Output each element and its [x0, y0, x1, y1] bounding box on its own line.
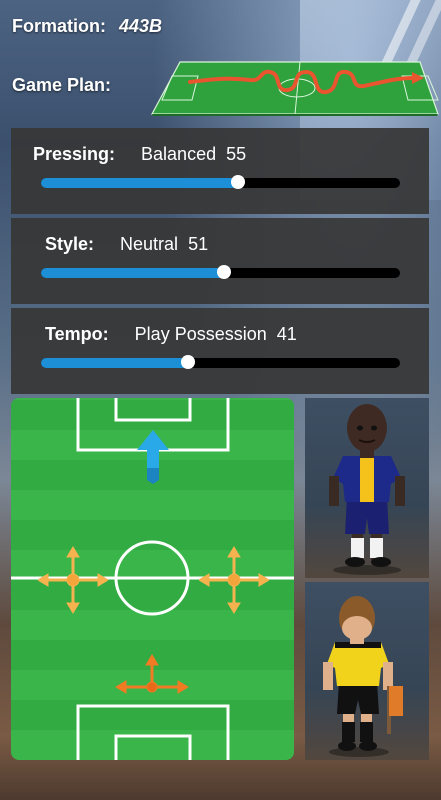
slider-knob[interactable] [231, 175, 246, 189]
tactic-row: Style: Neutral 51 [45, 234, 208, 255]
tactic-label: Pressing: [33, 144, 116, 164]
player-figure [329, 404, 405, 575]
tactic-value-text: Neutral [120, 234, 179, 254]
tactic-value-text: Balanced [141, 144, 217, 164]
tactic-label: Tempo: [45, 324, 109, 344]
tactic-slider[interactable] [41, 265, 400, 279]
up-arrow-icon[interactable] [133, 428, 173, 486]
slider-fill [41, 268, 225, 278]
tactic-panel: Style: Neutral 51 [11, 218, 429, 304]
tactic-value-number: 51 [188, 234, 209, 254]
slider-knob[interactable] [181, 355, 196, 369]
player-card[interactable] [305, 398, 429, 578]
referee-figure [323, 596, 403, 757]
formation-row[interactable]: Formation: 443B [12, 16, 162, 37]
formation-label: Formation: [12, 16, 106, 36]
three-way-arrow-icon[interactable] [114, 653, 190, 697]
slider-knob[interactable] [217, 265, 232, 279]
game-plan-label: Game Plan: [12, 75, 112, 95]
formation-value: 443B [119, 16, 163, 36]
slider-fill [41, 358, 189, 368]
tactic-panel: Tempo: Play Possession 41 [11, 308, 429, 394]
referee-card[interactable] [305, 582, 429, 760]
tactic-value-number: 55 [226, 144, 247, 164]
tactic-panel: Pressing: Balanced 55 [11, 128, 429, 214]
tactic-slider[interactable] [41, 355, 400, 369]
tactic-label: Style: [45, 234, 95, 254]
four-way-arrow-icon[interactable] [38, 545, 108, 615]
tactic-value-text: Play Possession [134, 324, 267, 344]
slider-fill [41, 178, 239, 188]
tactic-row: Tempo: Play Possession 41 [45, 324, 297, 345]
game-plan-pitch[interactable] [150, 60, 440, 116]
tactic-slider[interactable] [41, 175, 400, 189]
four-way-arrow-icon[interactable] [199, 545, 269, 615]
tactics-pitch[interactable] [11, 398, 294, 760]
tactic-row: Pressing: Balanced 55 [33, 144, 246, 165]
tactic-value-number: 41 [276, 324, 297, 344]
